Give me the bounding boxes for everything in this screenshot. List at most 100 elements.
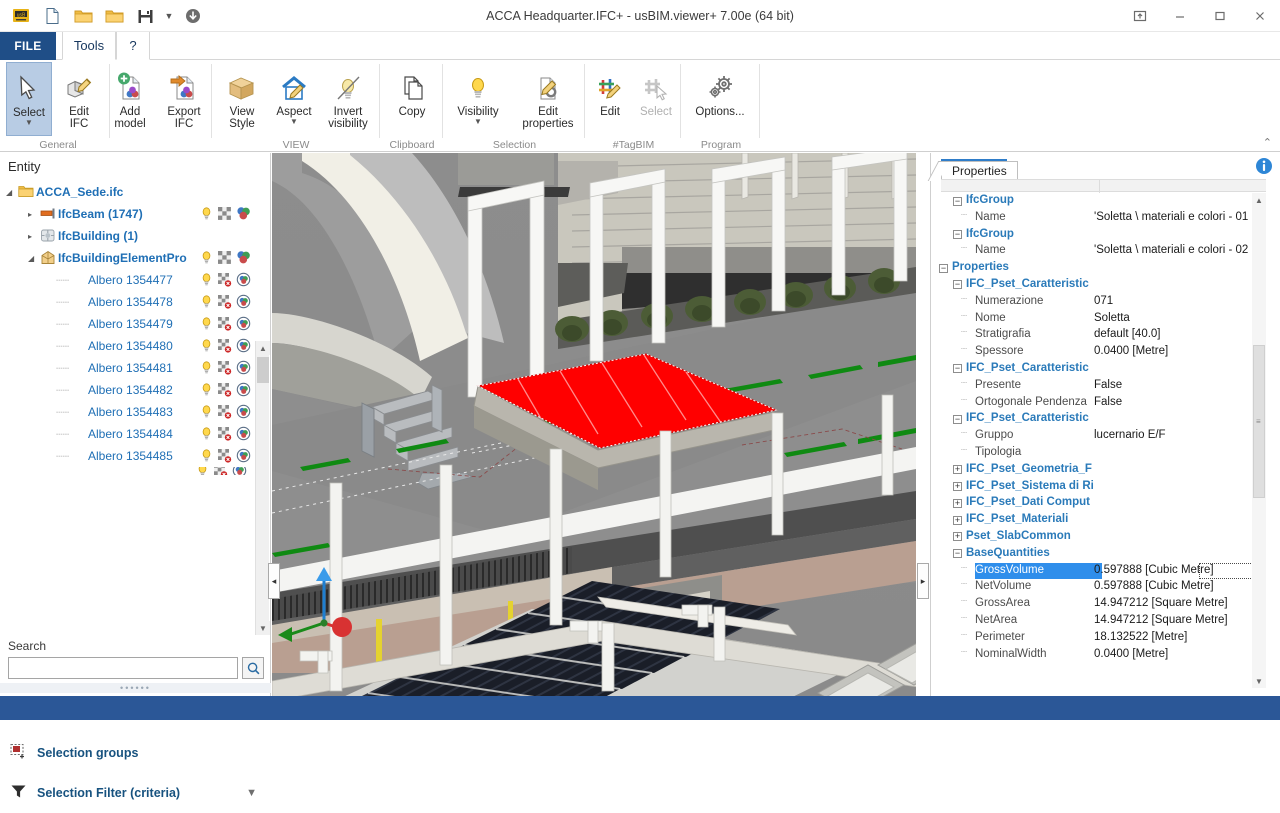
open-recent-folder-icon[interactable] — [101, 3, 127, 29]
options-button[interactable]: Options... — [684, 62, 756, 136]
property-collapse-icon[interactable]: − — [953, 197, 962, 206]
property-name[interactable]: GrossVolume — [975, 564, 1044, 576]
property-row[interactable]: −IFC_Pset_Caratteristic — [931, 411, 1265, 428]
entity-row-badge[interactable] — [199, 338, 214, 356]
property-name[interactable]: Name — [975, 244, 1006, 256]
property-row[interactable]: −IfcGroup — [931, 193, 1265, 210]
view-style-button[interactable]: View Style — [216, 62, 268, 136]
column-splitter[interactable] — [1099, 180, 1100, 193]
entity-row-badge[interactable] — [199, 448, 214, 466]
entity-row-badge[interactable] — [236, 360, 251, 378]
property-expand-icon[interactable]: + — [953, 465, 962, 474]
property-row[interactable]: ┈NetArea14.947212 [Square Metre] — [931, 613, 1265, 630]
visibility-bulb-icon[interactable] — [199, 448, 214, 463]
transparency-off-icon[interactable] — [217, 294, 232, 309]
property-name[interactable]: Name — [975, 211, 1006, 223]
property-name[interactable]: Presente — [975, 379, 1021, 391]
entity-tree-row[interactable]: ┄┄Albero 1354479 — [0, 313, 255, 335]
entity-row-badge[interactable] — [236, 316, 251, 334]
property-collapse-icon[interactable]: − — [939, 264, 948, 273]
property-name[interactable]: Nome — [975, 312, 1006, 324]
entity-row-badge[interactable] — [199, 250, 214, 268]
property-collapse-icon[interactable]: − — [953, 364, 962, 373]
property-name[interactable]: Pset_SlabCommon — [966, 530, 1071, 542]
entity-tree-row[interactable]: ◢IfcBuildingElementPro — [0, 247, 255, 269]
entity-row-badge[interactable] — [217, 426, 232, 444]
property-value[interactable]: 0.0400 [Metre] — [1094, 648, 1168, 660]
properties-scroll-up-icon[interactable]: ▲ — [1252, 193, 1266, 207]
property-row[interactable]: ┈Ortogonale PendenzaFalse — [931, 395, 1265, 412]
entity-row-label[interactable]: Albero 1354478 — [88, 295, 173, 309]
search-button[interactable] — [242, 657, 264, 679]
quick-access-dropdown-icon[interactable]: ▼ — [163, 3, 175, 29]
scroll-up-icon[interactable]: ▲ — [256, 341, 270, 355]
property-name[interactable]: GrossArea — [975, 597, 1030, 609]
transparency-off-icon[interactable] — [217, 338, 232, 353]
property-row[interactable]: −IFC_Pset_Caratteristic — [931, 361, 1265, 378]
tagbim-select-button[interactable]: Select — [632, 62, 680, 136]
collapse-ribbon-button[interactable]: ⌃ — [1263, 136, 1272, 149]
property-collapse-icon[interactable]: − — [953, 549, 962, 558]
property-value[interactable]: False — [1094, 396, 1122, 408]
property-row[interactable]: ┈PresenteFalse — [931, 378, 1265, 395]
property-expand-icon[interactable]: + — [953, 499, 962, 508]
color-target-icon[interactable] — [236, 316, 251, 331]
transparency-checker-icon[interactable] — [217, 250, 232, 265]
property-value[interactable]: Soletta — [1094, 312, 1130, 324]
export-ifc-button[interactable]: Export IFC — [156, 62, 212, 136]
tree-expander-expanded-icon[interactable]: ◢ — [28, 254, 34, 263]
color-target-icon[interactable] — [236, 382, 251, 397]
add-model-button[interactable]: Add model — [102, 62, 158, 136]
entity-row-label[interactable]: Albero 1354479 — [88, 317, 173, 331]
transparency-off-icon[interactable] — [217, 382, 232, 397]
property-expand-icon[interactable]: + — [953, 532, 962, 541]
property-row[interactable]: ┈Numerazione071 — [931, 294, 1265, 311]
open-folder-icon[interactable] — [70, 3, 96, 29]
entity-row-badge[interactable] — [236, 338, 251, 356]
transparency-off-icon[interactable] — [217, 404, 232, 419]
tree-expander-collapsed-icon[interactable]: ▸ — [28, 232, 32, 241]
entity-tree-row[interactable]: ┄┄Albero 1354481 — [0, 357, 255, 379]
entity-row-label[interactable]: ACCA_Sede.ifc — [36, 185, 123, 199]
entity-row-badge[interactable] — [199, 426, 214, 444]
entity-tree-row[interactable]: ┄┄Albero 1354483 — [0, 401, 255, 423]
property-name[interactable]: Stratigrafia — [975, 328, 1031, 340]
property-name[interactable]: BaseQuantities — [966, 547, 1050, 559]
entity-row-badge[interactable] — [199, 360, 214, 378]
entity-row-badge[interactable] — [217, 272, 232, 290]
property-row[interactable]: ┈GrossArea14.947212 [Square Metre] — [931, 596, 1265, 613]
color-target-icon[interactable] — [236, 338, 251, 353]
entity-row-badge[interactable] — [217, 206, 232, 224]
properties-scrollbar[interactable]: ▲ ≡ ▼ — [1252, 193, 1266, 688]
property-row[interactable]: +IFC_Pset_Dati Comput — [931, 495, 1265, 512]
transparency-off-icon[interactable] — [217, 272, 232, 287]
property-row[interactable]: −IFC_Pset_Caratteristic — [931, 277, 1265, 294]
minimize-button[interactable] — [1160, 0, 1200, 32]
entity-row-label[interactable]: Albero 1354481 — [88, 361, 173, 375]
transparency-off-icon[interactable] — [217, 426, 232, 441]
invert-visibility-button[interactable]: Invert visibility — [320, 62, 376, 136]
color-target-icon[interactable] — [236, 294, 251, 309]
ribbon-display-options-button[interactable] — [1120, 0, 1160, 32]
color-override-icon[interactable] — [236, 206, 251, 221]
property-value[interactable]: 'Soletta \ materiali e colori - 01 = — [1094, 211, 1258, 223]
property-expand-icon[interactable]: + — [953, 482, 962, 491]
nav-item-selection-filter[interactable]: Selection Filter (criteria) — [0, 773, 271, 813]
property-collapse-icon[interactable]: − — [953, 415, 962, 424]
entity-row-label[interactable]: Albero 1354482 — [88, 383, 173, 397]
app-logo-icon[interactable]: usB — [8, 3, 34, 29]
property-row[interactable]: −IfcGroup — [931, 227, 1265, 244]
property-row[interactable]: ┈NominalWidth0.0400 [Metre] — [931, 647, 1265, 664]
property-name[interactable]: NetVolume — [975, 580, 1031, 592]
entity-row-label[interactable]: IfcBeam (1747) — [58, 207, 143, 221]
property-value[interactable]: 0.0400 [Metre] — [1094, 345, 1168, 357]
scroll-down-icon[interactable]: ▼ — [256, 621, 270, 635]
visibility-bulb-icon[interactable] — [199, 250, 214, 265]
entity-row-label[interactable]: Albero 1354477 — [88, 273, 173, 287]
property-name[interactable]: IFC_Pset_Caratteristic — [966, 278, 1089, 290]
color-target-icon[interactable] — [236, 272, 251, 287]
entity-tree-row-partial[interactable] — [0, 467, 255, 475]
transparency-off-icon[interactable] — [217, 448, 232, 463]
property-name[interactable]: Spessore — [975, 345, 1024, 357]
entity-tree-row[interactable]: ▸IfcBeam (1747) — [0, 203, 255, 225]
